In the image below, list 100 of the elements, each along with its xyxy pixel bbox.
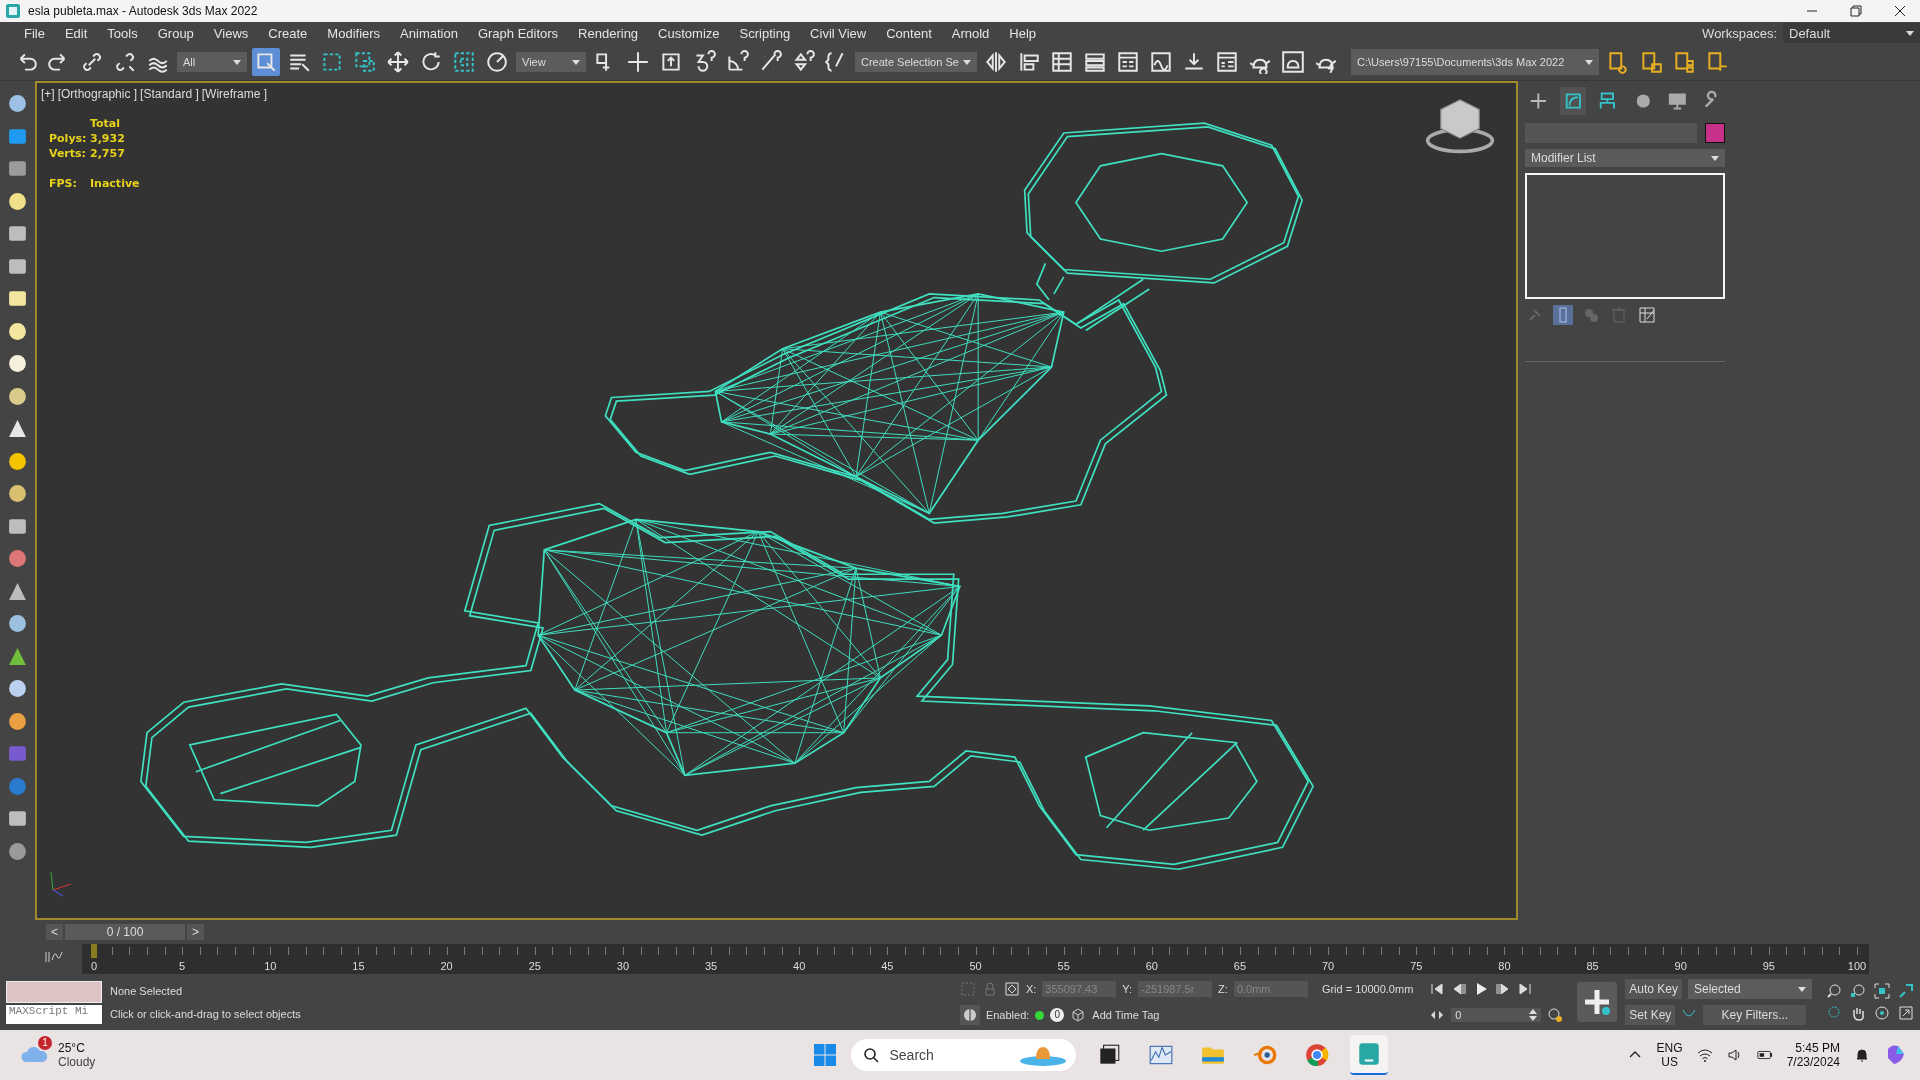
selection-filter-dropdown[interactable]: All (177, 52, 247, 72)
stats-title: Total (90, 117, 122, 130)
viewport-label[interactable]: [+] (41, 87, 55, 101)
restore-icon[interactable] (1850, 5, 1862, 17)
menu-item[interactable]: Create (258, 25, 318, 41)
menu-item[interactable]: Customize (648, 25, 730, 41)
stats-label: Polys: (49, 132, 88, 145)
menu-item[interactable]: Graph Editors (467, 25, 569, 41)
viewport-label[interactable]: [Wireframe ] (201, 87, 268, 101)
ball-icon[interactable] (7, 483, 28, 504)
key-mode-dropdown[interactable]: Selected (1688, 979, 1812, 999)
viewport[interactable]: [+] [Orthographic ] [Standard ] [Wireframe ] Total Polys: 3,932 Verts: 2,757 FPS: Inactive (35, 81, 1518, 920)
transform-mode-icon[interactable] (1003, 981, 1020, 997)
caret-icon (963, 59, 971, 65)
track-tick-label: 60 (1145, 960, 1158, 972)
search-icon (863, 1047, 880, 1063)
track-bar[interactable]: 0 5 10 15 20 25 30 35 40 45 50 55 60 65 70 75 80 85 90 95 100 (82, 944, 1869, 974)
wifi-icon[interactable] (1696, 1047, 1713, 1063)
set-key-button[interactable] (1577, 982, 1618, 1022)
track-tick-label: 55 (1057, 960, 1070, 972)
speaker-icon[interactable] (1726, 1047, 1743, 1063)
auto-key-button[interactable]: Auto Key (1625, 979, 1682, 999)
prompt-text: Click or click-and-drag to select objects (110, 1007, 301, 1020)
maxscript-output-field[interactable] (6, 980, 102, 1003)
previous-frame-button[interactable]: < (46, 924, 63, 940)
go-to-start-icon[interactable] (1429, 981, 1446, 997)
enabled-indicator[interactable] (1035, 1010, 1045, 1020)
time-slider[interactable]: 0 / 100 (65, 924, 185, 940)
x-label: X: (1025, 983, 1037, 995)
set-key-mode-button[interactable]: Set Key (1625, 1005, 1676, 1025)
go-to-end-icon[interactable] (1517, 981, 1534, 997)
weather-condition-text: Cloudy (58, 1055, 96, 1069)
track-tick-label: 40 (793, 960, 806, 972)
menu-item[interactable]: Civil View (800, 25, 877, 41)
clock[interactable]: 5:45 PM 7/23/2024 (1786, 1041, 1840, 1069)
y-label: Y: (1122, 983, 1133, 995)
menu-item[interactable]: Modifiers (317, 25, 391, 41)
track-tick-label: 30 (616, 960, 629, 972)
track-tick-label: 15 (352, 960, 365, 972)
add-time-tag-button[interactable]: Add Time Tag (1092, 1009, 1160, 1021)
maxscript-listener-field[interactable]: MAXScript Mi (6, 1004, 102, 1024)
object-color-swatch[interactable] (1705, 123, 1725, 143)
track-tick-label: 20 (440, 960, 453, 972)
adaptive-degradation-icon[interactable] (959, 1005, 980, 1025)
key-filters-button[interactable]: Key Filters... (1703, 1005, 1807, 1025)
field-of-view-icon[interactable] (1826, 1005, 1842, 1021)
taskbar-search-field[interactable]: Search (851, 1039, 1077, 1071)
menu-item[interactable]: File (14, 25, 55, 41)
modifier-stack-list[interactable] (1525, 173, 1725, 299)
previous-key-icon[interactable] (1451, 981, 1468, 997)
sun-icon[interactable] (7, 450, 28, 472)
modifier-list-dropdown[interactable]: Modifier List (1525, 149, 1725, 167)
menu-item[interactable]: Views (203, 25, 259, 41)
close-icon[interactable] (1894, 5, 1906, 17)
teapot-window-icon[interactable] (1279, 48, 1307, 76)
sphere-icon[interactable] (7, 353, 28, 374)
time-configuration-icon[interactable] (1547, 1007, 1564, 1023)
project-folder-dropdown[interactable]: C:\Users\97155\Documents\3ds Max 2022 (1351, 49, 1599, 75)
cube-outline-icon[interactable] (1070, 1007, 1087, 1023)
configure-sets-icon[interactable] (1637, 305, 1657, 325)
zoom-extents-icon[interactable] (1874, 983, 1890, 999)
language-indicator[interactable]: ENG US (1656, 1041, 1683, 1069)
caret-icon (1711, 155, 1719, 161)
track-tick-label: 25 (528, 960, 541, 972)
track-tick-label: 90 (1674, 960, 1687, 972)
zoom-all-icon[interactable] (1850, 983, 1866, 999)
menu-item[interactable]: Edit (54, 25, 98, 41)
menu-item[interactable]: Content (876, 25, 942, 41)
named-selection-dropdown[interactable]: Create Selection Se (855, 52, 977, 72)
pan-hand-icon[interactable] (1850, 1005, 1866, 1021)
menu-item[interactable]: Group (147, 25, 204, 41)
menu-item[interactable]: Rendering (568, 25, 649, 41)
menu-item[interactable]: Animation (390, 25, 468, 41)
windows-start-icon[interactable] (813, 1043, 838, 1067)
curve-editor-icon[interactable] (44, 950, 64, 964)
menu-item[interactable]: Help (999, 25, 1047, 41)
orbit-icon[interactable] (1874, 1005, 1890, 1021)
command-panel-tab[interactable] (1559, 87, 1587, 115)
menu-item[interactable]: Tools (97, 25, 148, 41)
reference-coordinate-dropdown[interactable]: View (516, 52, 586, 72)
cone-icon[interactable] (7, 418, 28, 439)
zoom-icon[interactable] (1826, 983, 1842, 999)
app-tile-icon[interactable] (1350, 1035, 1389, 1075)
menu-item[interactable]: Arnold (941, 25, 1000, 41)
box-icon[interactable] (7, 288, 28, 309)
maximize-viewport-icon[interactable] (1898, 1005, 1914, 1021)
fps-label: FPS: (49, 177, 78, 190)
viewport-label[interactable]: [Orthographic ] (57, 87, 138, 101)
next-frame-button[interactable]: > (187, 924, 205, 940)
current-frame-field[interactable]: 0 (1451, 1008, 1542, 1022)
workspaces-dropdown[interactable]: Default (1783, 23, 1920, 43)
track-tick-label: 95 (1762, 960, 1775, 972)
notification-badge: 1 (38, 1036, 52, 1050)
stats-value: 3,932 (90, 132, 126, 145)
bell-icon[interactable] (1854, 1047, 1870, 1063)
select-object-icon[interactable] (252, 48, 280, 76)
caret-icon (572, 59, 580, 65)
menu-item[interactable]: Scripting (729, 25, 801, 41)
viewport-label[interactable]: [Standard ] (140, 87, 199, 101)
zoom-extents-all-icon[interactable] (1898, 983, 1914, 999)
